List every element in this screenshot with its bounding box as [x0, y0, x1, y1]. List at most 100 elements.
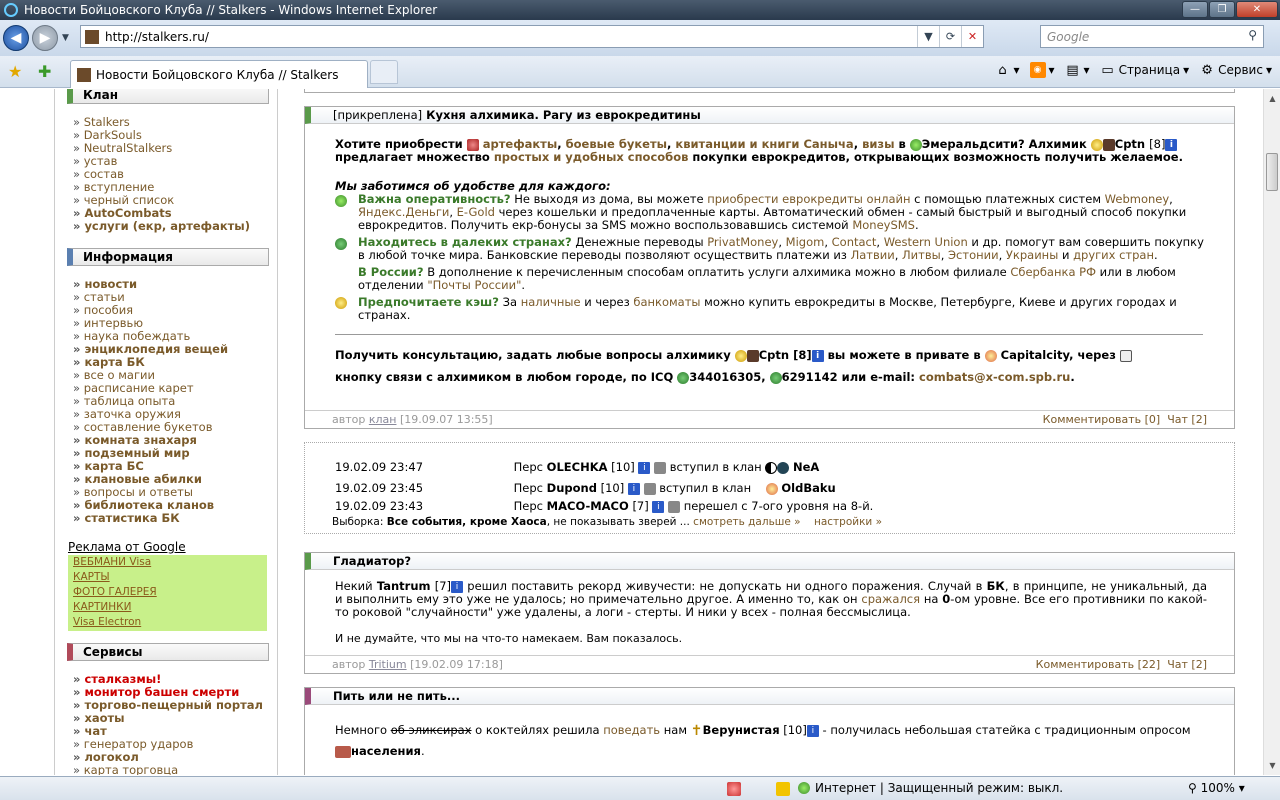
- search-input[interactable]: Google ⚲: [1040, 25, 1264, 48]
- user-name[interactable]: Верунистая: [703, 723, 780, 737]
- other-countries-link[interactable]: других стран: [1073, 248, 1154, 262]
- news-post-drink: Пить или не пить... Немного об эликсирах…: [304, 687, 1235, 775]
- more-events-link[interactable]: смотреть дальше »: [693, 516, 800, 528]
- add-favorites-icon[interactable]: ✚: [38, 62, 51, 81]
- info-icon[interactable]: i: [451, 580, 464, 593]
- search-icon[interactable]: ⚲: [1248, 28, 1257, 42]
- migom-link[interactable]: Migom: [786, 235, 825, 249]
- feeds-button[interactable]: ◉ ▾: [1029, 62, 1055, 78]
- moneysms-link[interactable]: MoneySMS: [852, 218, 915, 232]
- tell-link[interactable]: поведать: [603, 723, 660, 737]
- minimize-button[interactable]: —: [1182, 1, 1208, 18]
- visas-link[interactable]: визы: [862, 137, 894, 151]
- user-level: [10]: [783, 723, 807, 737]
- scroll-thumb[interactable]: [1266, 153, 1278, 191]
- latvia-link[interactable]: Латвии: [851, 248, 895, 262]
- event-user[interactable]: OLECHKA: [547, 460, 608, 474]
- history-dropdown-icon[interactable]: ▼: [62, 33, 69, 43]
- info-icon[interactable]: i: [1165, 138, 1178, 151]
- favorites-star-icon[interactable]: ★: [8, 62, 22, 81]
- tab-active[interactable]: Новости Бойцовского Клуба // Stalkers: [70, 60, 368, 88]
- security-icon[interactable]: [776, 782, 790, 796]
- address-url[interactable]: http://stalkers.ru/: [105, 30, 209, 44]
- info-icon[interactable]: i: [638, 461, 651, 474]
- new-tab-button[interactable]: [370, 60, 398, 84]
- estonia-link[interactable]: Эстонии: [948, 248, 999, 262]
- buy-online-link[interactable]: приобрести еврокредиты онлайн: [707, 192, 910, 206]
- info-icon[interactable]: i: [627, 482, 640, 495]
- privatmoney-link[interactable]: PrivatMoney: [707, 235, 778, 249]
- scroll-up-icon[interactable]: ▲: [1265, 91, 1280, 106]
- page-menu[interactable]: ▭ Страница ▾: [1100, 62, 1189, 78]
- egold-link[interactable]: E-Gold: [457, 205, 495, 219]
- event-clan[interactable]: OldBaku: [781, 481, 835, 495]
- popup-blocker-icon[interactable]: [727, 782, 741, 796]
- artifacts-link[interactable]: артефакты: [483, 137, 558, 151]
- print-button[interactable]: ▤ ▾: [1065, 62, 1089, 78]
- event-pers: Перс: [513, 499, 544, 513]
- forward-button[interactable]: ▶: [32, 25, 58, 51]
- refresh-icon[interactable]: ⟳: [939, 26, 961, 47]
- service-link[interactable]: карта торговца: [73, 764, 263, 776]
- info-icon[interactable]: i: [652, 500, 665, 513]
- user-name[interactable]: Tantrum: [377, 579, 431, 593]
- contact-link[interactable]: Contact: [832, 235, 877, 249]
- ukraine-link[interactable]: Украины: [1006, 248, 1058, 262]
- navigation-bar: ◀ ▶ ▼ http://stalkers.ru/ ▼ ⟳ ✕ Google ⚲: [0, 20, 1280, 56]
- bouquets-link[interactable]: боевые букеты: [566, 137, 667, 151]
- russia-paragraph: В России? В дополнение к перечисленным с…: [358, 265, 1176, 292]
- vertical-scrollbar[interactable]: ▲ ▼: [1263, 89, 1280, 775]
- maximize-button[interactable]: ❐: [1209, 1, 1235, 18]
- comments-link[interactable]: Комментировать [0]: [1043, 413, 1161, 426]
- camera-icon[interactable]: [643, 482, 656, 495]
- close-button[interactable]: ✕: [1236, 1, 1278, 18]
- back-button[interactable]: ◀: [3, 25, 29, 51]
- author-link[interactable]: клан: [369, 413, 397, 426]
- ad-link[interactable]: ВЕБМАНИ Visa: [68, 555, 267, 570]
- receipts-link[interactable]: квитанции и книги Саныча: [675, 137, 853, 151]
- contact-button-icon[interactable]: [1119, 349, 1132, 362]
- ways-link[interactable]: простых и удобных способов: [494, 150, 689, 164]
- event-user[interactable]: MACO-MACO: [547, 499, 629, 513]
- address-field[interactable]: http://stalkers.ru/ ▼ ⟳ ✕: [80, 25, 984, 48]
- yandex-money-link[interactable]: Яндекс.Деньги: [358, 205, 449, 219]
- stop-icon[interactable]: ✕: [961, 26, 983, 47]
- camera-icon[interactable]: [654, 461, 667, 474]
- zoom-control[interactable]: ⚲ 100% ▾: [1188, 781, 1245, 795]
- tools-menu[interactable]: ⚙ Сервис ▾: [1199, 62, 1272, 78]
- zone-indicator[interactable]: Интернет | Защищенный режим: выкл.: [798, 781, 1063, 795]
- clan-link[interactable]: услуги (екр, артефакты): [73, 220, 250, 233]
- western-union-link[interactable]: Western Union: [884, 235, 968, 249]
- info-icon[interactable]: i: [811, 349, 824, 362]
- events-settings-link[interactable]: настройки »: [814, 516, 882, 528]
- previous-block-edge: [304, 89, 1235, 93]
- fought-link[interactable]: сражался: [861, 592, 920, 606]
- address-dropdown-icon[interactable]: ▼: [917, 26, 939, 47]
- author-link[interactable]: Tritium: [369, 658, 407, 671]
- home-button[interactable]: ⌂ ▾: [994, 62, 1019, 78]
- ad-link[interactable]: ФОТО ГАЛЕРЕЯ: [68, 585, 267, 600]
- scroll-down-icon[interactable]: ▼: [1265, 758, 1280, 773]
- event-pers: Перс: [513, 481, 544, 495]
- chat-link[interactable]: Чат [2]: [1167, 413, 1207, 426]
- lithuania-link[interactable]: Литвы: [902, 248, 941, 262]
- ad-link[interactable]: Visa Electron: [68, 615, 267, 630]
- chat-link[interactable]: Чат [2]: [1167, 658, 1207, 671]
- sberbank-link[interactable]: Сбербанка РФ: [1010, 265, 1096, 279]
- icq-number: 344016305,: [689, 370, 766, 384]
- event-clan[interactable]: NeA: [793, 460, 819, 474]
- webmoney-link[interactable]: Webmoney: [1105, 192, 1169, 206]
- cash-link[interactable]: наличные: [521, 295, 581, 309]
- ad-link[interactable]: КАРТЫ: [68, 570, 267, 585]
- comments-link[interactable]: Комментировать [22]: [1036, 658, 1161, 671]
- info-icon[interactable]: i: [806, 724, 819, 737]
- atm-link[interactable]: банкоматы: [633, 295, 700, 309]
- russian-post-link[interactable]: "Почты России": [427, 278, 521, 292]
- ad-link[interactable]: КАРТИНКИ: [68, 600, 267, 615]
- event-user[interactable]: Dupond: [547, 481, 597, 495]
- camera-icon[interactable]: [668, 500, 681, 513]
- event-action: вступил в клан: [669, 460, 762, 474]
- ads-title[interactable]: Реклама от Google: [68, 540, 186, 554]
- info-link[interactable]: статистика БК: [73, 512, 228, 525]
- email-link[interactable]: combats@x-com.spb.ru: [919, 370, 1070, 384]
